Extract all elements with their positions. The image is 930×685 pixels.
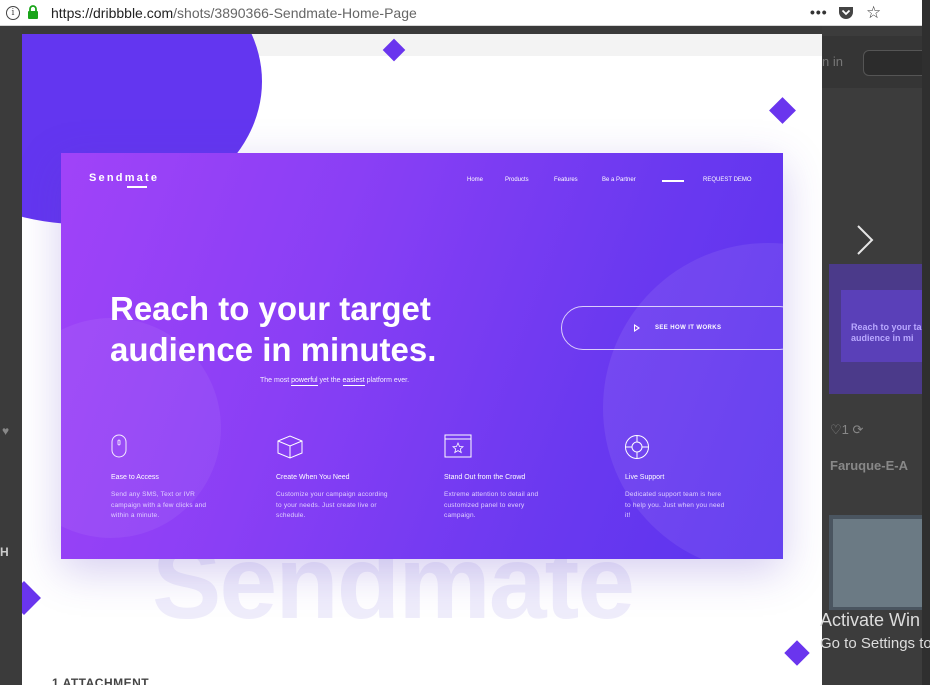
backdrop-heart-icon: ♥ [2, 424, 10, 438]
tagline-highlight-easiest: easiest [342, 377, 365, 386]
tagline-pre: The most [260, 377, 292, 384]
nav-item-home[interactable]: Home [467, 177, 483, 183]
decorative-diamond [22, 581, 41, 615]
feature-description: Extreme attention to detail and customiz… [444, 491, 539, 519]
decorative-diamond [769, 97, 796, 124]
more-actions-icon[interactable]: ••• [810, 4, 828, 20]
backdrop-left-fragment: H [0, 545, 9, 559]
nav-item-partner[interactable]: Be a Partner [602, 177, 636, 183]
pocket-icon[interactable] [838, 5, 854, 20]
play-icon-inner [635, 326, 638, 330]
headline-line-2: audience in minutes. [110, 331, 437, 368]
url-field[interactable]: https://dribbble.com/shots/3890366-Sendm… [51, 5, 417, 21]
mouse-icon [111, 434, 127, 458]
request-demo-link[interactable]: REQUEST DEMO [703, 177, 752, 183]
browser-url-bar: i https://dribbble.com/shots/3890366-Sen… [0, 0, 930, 26]
shot-viewer: Sendmate 1 ATTACHMENT Sendmate Home Prod… [22, 34, 822, 685]
activate-windows-subtitle: Go to Settings to [820, 635, 930, 652]
feature-title: Stand Out from the Crowd [444, 474, 526, 481]
url-host: https://dribbble.com [51, 5, 174, 21]
backdrop-author[interactable]: Faruque-E-A [830, 458, 908, 473]
nav-divider [662, 180, 684, 182]
headline-line-1: Reach to your target [110, 290, 431, 327]
url-path: /shots/3890366-Sendmate-Home-Page [173, 5, 417, 21]
cta-label: SEE HOW IT WORKS [655, 325, 722, 331]
feature-title: Create When You Need [276, 474, 350, 481]
attachment-label[interactable]: 1 ATTACHMENT [52, 676, 149, 685]
logo-underline [127, 186, 147, 188]
tagline-highlight-powerful: powerful [291, 377, 318, 386]
box-icon [277, 435, 303, 459]
nav-item-features[interactable]: Features [554, 177, 578, 183]
info-icon[interactable]: i [6, 6, 20, 20]
brand-logo[interactable]: Sendmate [89, 172, 159, 184]
hero-headline: Reach to your target audience in minutes… [110, 288, 530, 370]
page-scrollbar[interactable] [922, 0, 930, 685]
bookmark-star-icon[interactable]: ☆ [866, 3, 881, 23]
backdrop-thumbnail-text: Reach to your tar audience in mi [851, 322, 926, 343]
nav-item-products[interactable]: Products [505, 177, 529, 183]
backdrop-thumbnail-2-inner [833, 519, 930, 607]
feature-title: Ease to Access [111, 474, 159, 481]
backdrop-social-icons: ♡1 ⟳ [830, 422, 864, 437]
tagline-mid: yet the [317, 377, 343, 384]
feature-title: Live Support [625, 474, 665, 481]
feature-description: Dedicated support team is here to help y… [625, 491, 725, 519]
backdrop-search-box[interactable] [863, 50, 930, 76]
browser-star-icon [444, 434, 472, 458]
lock-icon [28, 5, 38, 19]
next-shot-arrow-icon[interactable] [852, 222, 878, 258]
lifebuoy-icon [625, 435, 649, 459]
feature-description: Send any SMS, Text or IVR campaign with … [111, 491, 207, 519]
tagline-post: platform ever. [364, 377, 410, 384]
see-how-it-works-button[interactable]: SEE HOW IT WORKS [561, 306, 783, 350]
decorative-diamond [784, 640, 810, 666]
activate-windows-title: Activate Win [820, 610, 921, 630]
backdrop-sign-in-link[interactable]: n in [822, 54, 843, 69]
feature-description: Customize your campaign according to you… [276, 491, 388, 519]
hero-tagline: The most powerful yet the easiest platfo… [260, 377, 410, 386]
hero-card: Sendmate Home Products Features Be a Par… [61, 153, 783, 559]
backdrop-left [0, 26, 22, 685]
